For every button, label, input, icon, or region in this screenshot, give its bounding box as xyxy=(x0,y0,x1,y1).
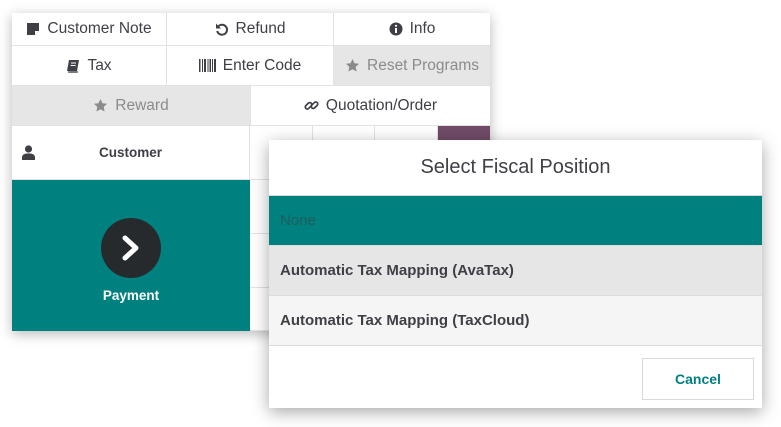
chevron-right-icon xyxy=(120,235,142,261)
control-row-1: Customer Note Refund Info xyxy=(12,13,490,46)
fiscal-position-dialog: Select Fiscal Position None Automatic Ta… xyxy=(269,140,762,408)
fiscal-option-none[interactable]: None xyxy=(269,196,762,246)
reward-label: Reward xyxy=(115,96,169,114)
payment-circle xyxy=(101,218,161,278)
dialog-title: Select Fiscal Position xyxy=(269,140,762,196)
payment-label: Payment xyxy=(102,288,160,303)
enter-code-label: Enter Code xyxy=(222,56,302,74)
tax-button[interactable]: Tax xyxy=(12,46,167,86)
customer-button[interactable]: Customer xyxy=(12,126,250,180)
tax-label: Tax xyxy=(87,56,112,74)
link-icon xyxy=(304,98,319,113)
refund-button[interactable]: Refund xyxy=(167,13,334,46)
fiscal-option-label: Automatic Tax Mapping (TaxCloud) xyxy=(280,312,530,329)
control-row-3: Reward Quotation/Order xyxy=(12,86,490,126)
info-circle-icon xyxy=(389,22,403,36)
reset-programs-label: Reset Programs xyxy=(367,56,479,74)
customer-note-button[interactable]: Customer Note xyxy=(12,13,167,46)
star-icon xyxy=(345,58,360,73)
info-button[interactable]: Info xyxy=(334,13,490,46)
payment-button[interactable]: Payment xyxy=(12,180,250,331)
quotation-order-label: Quotation/Order xyxy=(325,96,438,114)
dialog-footer: Cancel xyxy=(269,349,762,408)
sticky-note-icon xyxy=(26,22,40,36)
star-icon xyxy=(93,98,108,113)
fiscal-option-avatax[interactable]: Automatic Tax Mapping (AvaTax) xyxy=(269,246,762,296)
quotation-order-button[interactable]: Quotation/Order xyxy=(251,86,490,126)
refund-label: Refund xyxy=(235,20,286,37)
fiscal-option-taxcloud[interactable]: Automatic Tax Mapping (TaxCloud) xyxy=(269,296,762,346)
undo-icon xyxy=(215,22,229,36)
user-icon xyxy=(22,145,35,160)
fiscal-option-label: None xyxy=(280,212,316,229)
enter-code-button[interactable]: Enter Code xyxy=(167,46,334,86)
info-label: Info xyxy=(409,20,436,37)
control-row-2: Tax Enter Code Reset Programs xyxy=(12,46,490,86)
reset-programs-button[interactable]: Reset Programs xyxy=(334,46,490,86)
customer-label: Customer xyxy=(98,145,162,160)
barcode-icon xyxy=(198,59,216,72)
customer-note-label: Customer Note xyxy=(47,20,152,37)
fiscal-option-label: Automatic Tax Mapping (AvaTax) xyxy=(280,262,514,279)
book-icon xyxy=(66,59,80,73)
cancel-button[interactable]: Cancel xyxy=(642,358,754,400)
reward-button[interactable]: Reward xyxy=(12,86,251,126)
